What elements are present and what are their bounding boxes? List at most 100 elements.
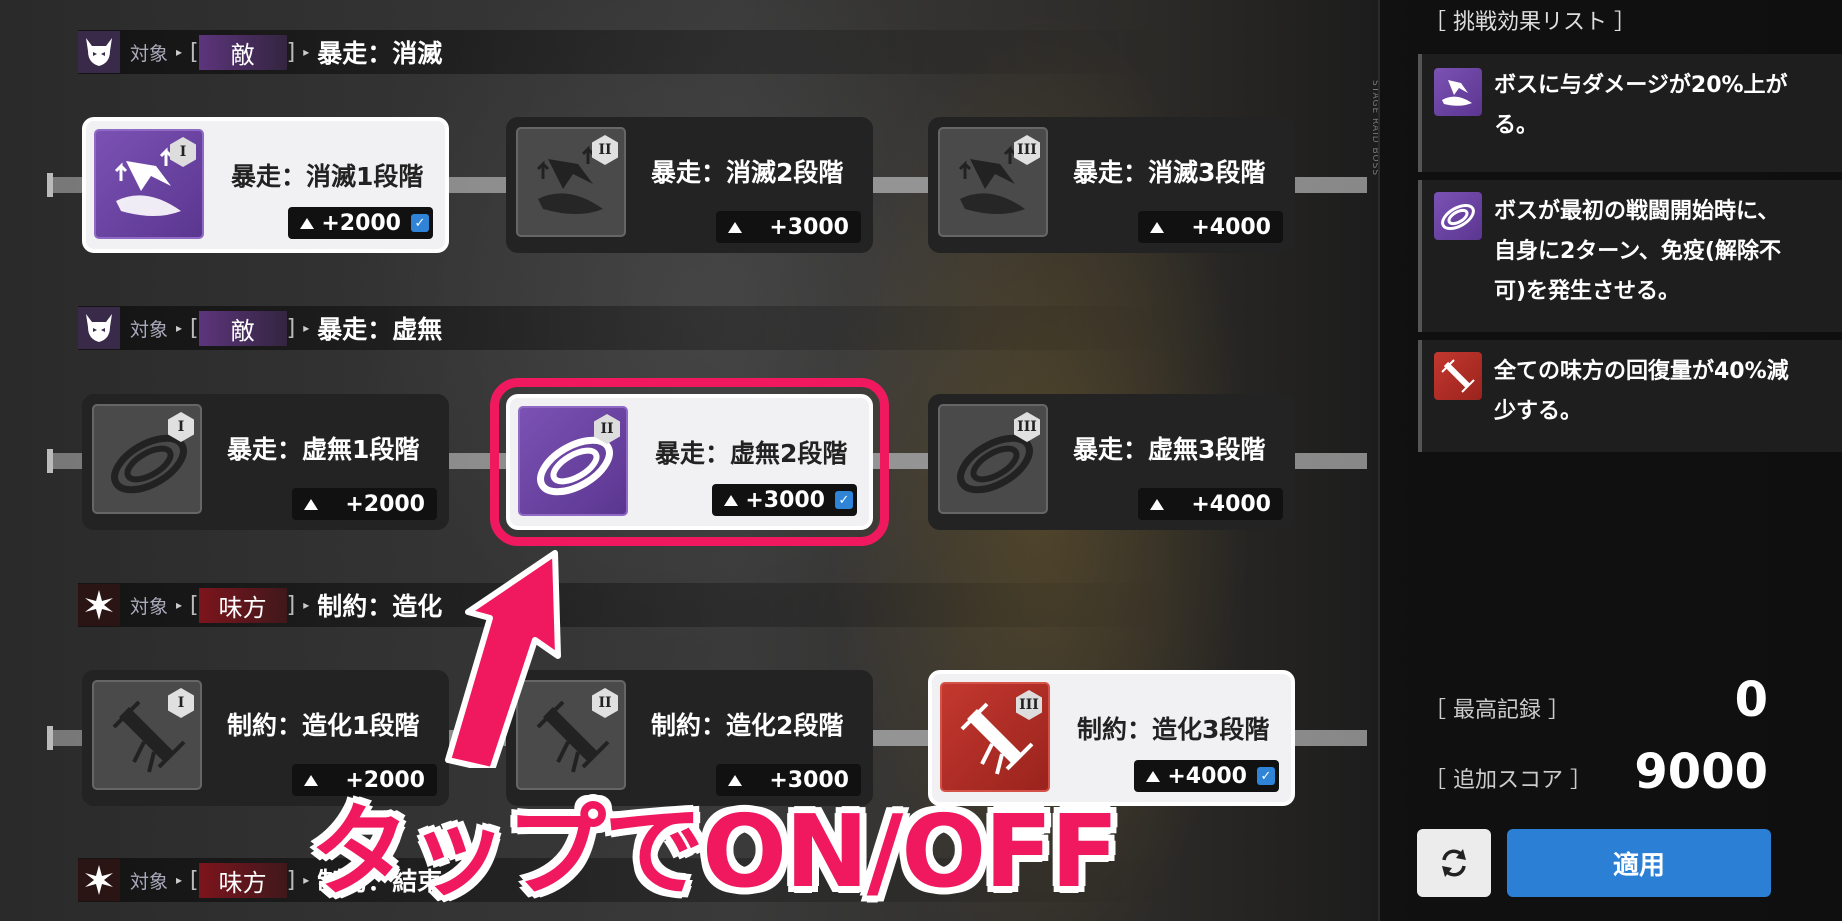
card-title: 暴走：虚無3段階 (1073, 435, 1266, 464)
bracket-open: [ (190, 867, 199, 893)
bracket-open: [ (190, 39, 199, 65)
target-label: 対象 (130, 42, 169, 65)
sword-slash-icon: III (938, 127, 1048, 237)
up-triangle-icon (1150, 498, 1164, 510)
demon-mask-icon (78, 31, 120, 73)
effect-card-annihilation-2[interactable]: II 暴走：消滅2段階 +3000 (506, 117, 873, 253)
score-value: +4000 (1167, 763, 1247, 789)
card-title: 暴走：消滅1段階 (231, 162, 424, 191)
score-value: +3000 (745, 487, 825, 513)
bracket-close: ] (286, 867, 296, 893)
effect-text: ボスが最初の戦闘開始時に、自身に2ターン、免疫(解除不可)を発生させる。 (1494, 199, 1781, 304)
effect-list-item: 全ての味方の回復量が40%減少する。 (1418, 340, 1842, 452)
starburst-icon (78, 584, 120, 626)
card-title: 制約：造化1段階 (227, 711, 420, 740)
target-tag: 味方 (198, 587, 287, 623)
effect-card-void-2[interactable]: II 暴走：虚無2段階 +3000 ✓ (490, 378, 889, 546)
card-title: 暴走：消滅2段階 (651, 158, 844, 187)
challenge-effect-tree: 対象 ▸ [ 敵 ] ▸ 暴走：消滅 対象 ▸ [ 敵 ] ▸ 暴走：虚無 対象… (0, 0, 1378, 921)
section-name: 暴走：虚無 (317, 315, 443, 344)
bonus-score-value: 9000 (1634, 744, 1768, 800)
up-triangle-icon (304, 498, 318, 510)
section-name: 制約：造化 (317, 592, 443, 621)
bonus-score-label: ［ 追加スコア ］ (1424, 768, 1592, 793)
sword-slash-icon: II (516, 127, 626, 237)
score-box: +4000 (1138, 488, 1283, 520)
effect-card-annihilation-1[interactable]: I 暴走：消滅1段階 +2000 ✓ (82, 117, 449, 253)
target-tag: 敵 (198, 34, 287, 70)
target-label: 対象 (130, 318, 169, 341)
refresh-icon (1442, 849, 1466, 877)
score-value: +4000 (1191, 491, 1271, 517)
score-value: +2000 (321, 210, 401, 236)
up-triangle-icon (728, 221, 742, 233)
starburst-icon (78, 859, 120, 901)
effect-list-item: ボスに与ダメージが20%上がる。 (1418, 54, 1842, 172)
best-record-label: ［ 最高記録 ］ (1424, 698, 1570, 723)
up-triangle-icon (1150, 221, 1164, 233)
score-box: +3000 ✓ (712, 484, 857, 516)
arrow-right-icon: ▸ (176, 321, 183, 335)
card-title: 制約：造化3段階 (1077, 715, 1270, 744)
score-box: +2000 (292, 488, 437, 520)
vortex-icon: III (938, 404, 1048, 514)
score-value: +4000 (1191, 214, 1271, 240)
checkbox-checked-icon: ✓ (411, 214, 429, 232)
card-title: 暴走：虚無1段階 (227, 435, 420, 464)
up-triangle-icon (300, 217, 314, 229)
broken-syringe-icon (1434, 352, 1482, 400)
effect-text: 全ての味方の回復量が40%減少する。 (1494, 359, 1789, 424)
tap-toggle-annotation: タップでON/OFF (310, 793, 1119, 910)
arrow-right-icon: ▸ (176, 598, 183, 612)
target-label: 対象 (130, 870, 169, 893)
section-header-annihilation: 対象 ▸ [ 敵 ] ▸ 暴走：消滅 (78, 30, 1178, 74)
card-title: 暴走：虚無2段階 (655, 439, 848, 468)
arrow-right-icon: ▸ (176, 45, 183, 59)
bracket-close: ] (286, 592, 296, 618)
score-value: +3000 (769, 214, 849, 240)
section-header-creation: 対象 ▸ [ 味方 ] ▸ 制約：造化 (78, 583, 1178, 627)
score-box: +2000 ✓ (288, 207, 433, 239)
broken-syringe-icon: I (92, 680, 202, 790)
apply-button[interactable]: 適用 (1507, 829, 1771, 897)
vortex-icon: II (518, 406, 628, 516)
arrow-right-icon: ▸ (176, 873, 183, 887)
up-triangle-icon (1146, 770, 1160, 782)
vortex-icon (1434, 192, 1482, 240)
bracket-close: ] (286, 315, 296, 341)
reset-button[interactable] (1417, 829, 1491, 897)
effect-list-item: ボスが最初の戦闘開始時に、自身に2ターン、免疫(解除不可)を発生させる。 (1418, 180, 1842, 332)
vortex-icon: I (92, 404, 202, 514)
sword-slash-icon: I (94, 129, 204, 239)
score-value: +2000 (345, 491, 425, 517)
score-box: +4000 (1138, 211, 1283, 243)
bracket-close: ] (286, 39, 296, 65)
bracket-open: [ (190, 315, 199, 341)
card-title: 制約：造化2段階 (651, 711, 844, 740)
effect-text: ボスに与ダメージが20%上がる。 (1494, 73, 1788, 138)
arrow-right-icon: ▸ (303, 873, 310, 887)
arrow-right-icon: ▸ (303, 321, 310, 335)
score-box: +3000 (716, 211, 861, 243)
arrow-right-icon: ▸ (303, 45, 310, 59)
effect-list-title: ［ 挑戦効果リスト ］ (1424, 10, 1636, 35)
sword-slash-icon (1434, 68, 1482, 116)
target-tag: 敵 (198, 310, 287, 346)
target-label: 対象 (130, 595, 169, 618)
target-tag: 味方 (198, 862, 287, 898)
effect-card-void-3[interactable]: III 暴走：虚無3段階 +4000 (928, 394, 1295, 530)
effect-card-annihilation-3[interactable]: III 暴走：消滅3段階 +4000 (928, 117, 1295, 253)
arrow-right-icon: ▸ (303, 598, 310, 612)
score-box: +4000 ✓ (1134, 760, 1279, 792)
checkbox-checked-icon: ✓ (835, 491, 853, 509)
checkbox-checked-icon: ✓ (1257, 767, 1275, 785)
pointer-arrow-icon (445, 550, 561, 768)
section-header-void: 対象 ▸ [ 敵 ] ▸ 暴走：虚無 (78, 306, 1178, 350)
bracket-open: [ (190, 592, 199, 618)
up-triangle-icon (724, 494, 738, 506)
card-title: 暴走：消滅3段階 (1073, 158, 1266, 187)
section-name: 暴走：消滅 (317, 39, 443, 68)
best-record-value: 0 (1734, 672, 1768, 728)
demon-mask-icon (78, 307, 120, 349)
effect-card-void-1[interactable]: I 暴走：虚無1段階 +2000 (82, 394, 449, 530)
